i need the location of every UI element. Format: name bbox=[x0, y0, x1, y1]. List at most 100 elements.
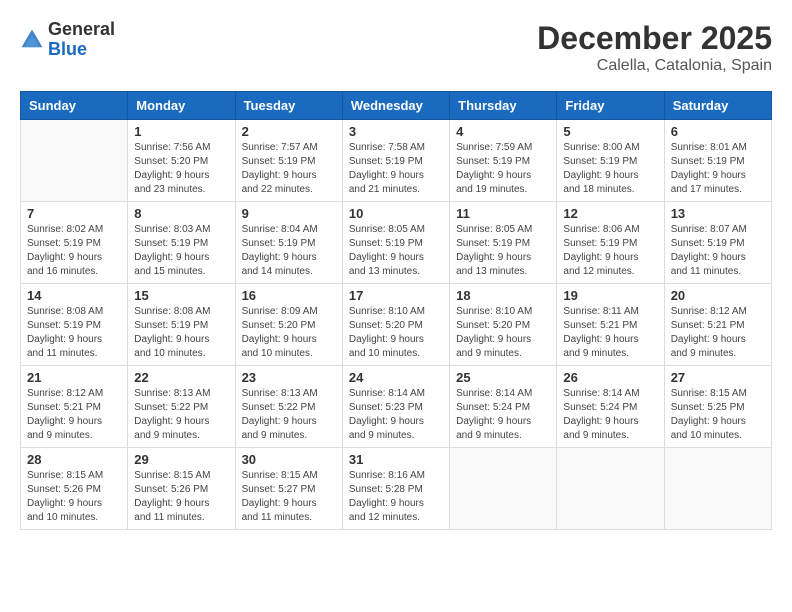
calendar-cell: 1 Sunrise: 7:56 AMSunset: 5:20 PMDaylight… bbox=[128, 120, 235, 202]
day-number: 16 bbox=[242, 288, 336, 303]
day-number: 28 bbox=[27, 452, 121, 467]
day-number: 17 bbox=[349, 288, 443, 303]
day-number: 6 bbox=[671, 124, 765, 139]
day-number: 30 bbox=[242, 452, 336, 467]
day-number: 11 bbox=[456, 206, 550, 221]
day-info: Sunrise: 8:15 AMSunset: 5:25 PMDaylight:… bbox=[671, 387, 765, 443]
day-info: Sunrise: 8:01 AMSunset: 5:19 PMDaylight:… bbox=[671, 141, 765, 197]
day-info: Sunrise: 7:59 AMSunset: 5:19 PMDaylight:… bbox=[456, 141, 550, 197]
day-number: 9 bbox=[242, 206, 336, 221]
day-info: Sunrise: 8:13 AMSunset: 5:22 PMDaylight:… bbox=[242, 387, 336, 443]
calendar-cell: 21 Sunrise: 8:12 AMSunset: 5:21 PMDayligh… bbox=[21, 366, 128, 448]
calendar-cell: 12Sunrise: 8:06 AMSunset: 5:19 PMDayligh… bbox=[557, 202, 664, 284]
day-number: 8 bbox=[134, 206, 228, 221]
day-number: 24 bbox=[349, 370, 443, 385]
calendar-cell: 19 Sunrise: 8:11 AMSunset: 5:21 PMDayligh… bbox=[557, 284, 664, 366]
day-info: Sunrise: 8:02 AMSunset: 5:19 PMDaylight:… bbox=[27, 223, 121, 279]
calendar-cell: 5 Sunrise: 8:00 AMSunset: 5:19 PMDaylight… bbox=[557, 120, 664, 202]
logo-text: General Blue bbox=[48, 20, 115, 60]
day-number: 14 bbox=[27, 288, 121, 303]
day-info: Sunrise: 8:14 AMSunset: 5:24 PMDaylight:… bbox=[563, 387, 657, 443]
day-number: 15 bbox=[134, 288, 228, 303]
calendar-cell: 10Sunrise: 8:05 AMSunset: 5:19 PMDayligh… bbox=[342, 202, 449, 284]
day-info: Sunrise: 8:16 AMSunset: 5:28 PMDaylight:… bbox=[349, 469, 443, 525]
day-info: Sunrise: 8:08 AMSunset: 5:19 PMDaylight:… bbox=[134, 305, 228, 361]
calendar-cell: 8 Sunrise: 8:03 AMSunset: 5:19 PMDaylight… bbox=[128, 202, 235, 284]
logo-blue-text: Blue bbox=[48, 40, 115, 60]
calendar-cell: 20 Sunrise: 8:12 AMSunset: 5:21 PMDayligh… bbox=[664, 284, 771, 366]
calendar-week-1: 1 Sunrise: 7:56 AMSunset: 5:20 PMDaylight… bbox=[21, 120, 772, 202]
day-number: 19 bbox=[563, 288, 657, 303]
day-number: 1 bbox=[134, 124, 228, 139]
day-info: Sunrise: 8:03 AMSunset: 5:19 PMDaylight:… bbox=[134, 223, 228, 279]
calendar-week-3: 14 Sunrise: 8:08 AMSunset: 5:19 PMDayligh… bbox=[21, 284, 772, 366]
calendar-cell: 15 Sunrise: 8:08 AMSunset: 5:19 PMDayligh… bbox=[128, 284, 235, 366]
calendar-cell: 22 Sunrise: 8:13 AMSunset: 5:22 PMDayligh… bbox=[128, 366, 235, 448]
day-number: 23 bbox=[242, 370, 336, 385]
calendar-cell: 14 Sunrise: 8:08 AMSunset: 5:19 PMDayligh… bbox=[21, 284, 128, 366]
day-number: 5 bbox=[563, 124, 657, 139]
day-info: Sunrise: 7:58 AMSunset: 5:19 PMDaylight:… bbox=[349, 141, 443, 197]
calendar-cell: 26 Sunrise: 8:14 AMSunset: 5:24 PMDayligh… bbox=[557, 366, 664, 448]
day-info: Sunrise: 8:00 AMSunset: 5:19 PMDaylight:… bbox=[563, 141, 657, 197]
header-cell-sunday: Sunday bbox=[21, 92, 128, 120]
calendar-cell: 27Sunrise: 8:15 AMSunset: 5:25 PMDayligh… bbox=[664, 366, 771, 448]
calendar-cell: 25Sunrise: 8:14 AMSunset: 5:24 PMDayligh… bbox=[450, 366, 557, 448]
header-cell-thursday: Thursday bbox=[450, 92, 557, 120]
header: General Blue December 2025 Calella, Cata… bbox=[20, 20, 772, 75]
day-info: Sunrise: 8:09 AMSunset: 5:20 PMDaylight:… bbox=[242, 305, 336, 361]
day-info: Sunrise: 8:06 AMSunset: 5:19 PMDaylight:… bbox=[563, 223, 657, 279]
day-number: 26 bbox=[563, 370, 657, 385]
day-number: 2 bbox=[242, 124, 336, 139]
calendar-cell: 24 Sunrise: 8:14 AMSunset: 5:23 PMDayligh… bbox=[342, 366, 449, 448]
calendar-week-4: 21 Sunrise: 8:12 AMSunset: 5:21 PMDayligh… bbox=[21, 366, 772, 448]
day-info: Sunrise: 7:56 AMSunset: 5:20 PMDaylight:… bbox=[134, 141, 228, 197]
day-info: Sunrise: 8:12 AMSunset: 5:21 PMDaylight:… bbox=[671, 305, 765, 361]
day-info: Sunrise: 8:11 AMSunset: 5:21 PMDaylight:… bbox=[563, 305, 657, 361]
calendar-cell: 31Sunrise: 8:16 AMSunset: 5:28 PMDayligh… bbox=[342, 448, 449, 530]
calendar-table: SundayMondayTuesdayWednesdayThursdayFrid… bbox=[20, 91, 772, 530]
day-number: 29 bbox=[134, 452, 228, 467]
calendar-cell bbox=[450, 448, 557, 530]
day-number: 7 bbox=[27, 206, 121, 221]
calendar-cell: 29 Sunrise: 8:15 AMSunset: 5:26 PMDayligh… bbox=[128, 448, 235, 530]
header-cell-saturday: Saturday bbox=[664, 92, 771, 120]
calendar-week-2: 7 Sunrise: 8:02 AMSunset: 5:19 PMDaylight… bbox=[21, 202, 772, 284]
calendar-cell: 9Sunrise: 8:04 AMSunset: 5:19 PMDaylight… bbox=[235, 202, 342, 284]
day-info: Sunrise: 8:14 AMSunset: 5:23 PMDaylight:… bbox=[349, 387, 443, 443]
month-title: December 2025 bbox=[537, 20, 772, 57]
calendar-cell: 6 Sunrise: 8:01 AMSunset: 5:19 PMDaylight… bbox=[664, 120, 771, 202]
location-title: Calella, Catalonia, Spain bbox=[537, 57, 772, 75]
day-info: Sunrise: 8:10 AMSunset: 5:20 PMDaylight:… bbox=[456, 305, 550, 361]
day-info: Sunrise: 8:07 AMSunset: 5:19 PMDaylight:… bbox=[671, 223, 765, 279]
day-info: Sunrise: 8:12 AMSunset: 5:21 PMDaylight:… bbox=[27, 387, 121, 443]
day-info: Sunrise: 8:08 AMSunset: 5:19 PMDaylight:… bbox=[27, 305, 121, 361]
day-info: Sunrise: 8:15 AMSunset: 5:26 PMDaylight:… bbox=[134, 469, 228, 525]
day-info: Sunrise: 8:13 AMSunset: 5:22 PMDaylight:… bbox=[134, 387, 228, 443]
day-info: Sunrise: 8:15 AMSunset: 5:27 PMDaylight:… bbox=[242, 469, 336, 525]
calendar-cell: 7 Sunrise: 8:02 AMSunset: 5:19 PMDaylight… bbox=[21, 202, 128, 284]
day-number: 20 bbox=[671, 288, 765, 303]
header-cell-friday: Friday bbox=[557, 92, 664, 120]
calendar-cell bbox=[664, 448, 771, 530]
logo: General Blue bbox=[20, 20, 115, 60]
day-number: 10 bbox=[349, 206, 443, 221]
calendar-cell: 2 Sunrise: 7:57 AMSunset: 5:19 PMDaylight… bbox=[235, 120, 342, 202]
day-info: Sunrise: 8:14 AMSunset: 5:24 PMDaylight:… bbox=[456, 387, 550, 443]
header-cell-tuesday: Tuesday bbox=[235, 92, 342, 120]
calendar-cell: 30 Sunrise: 8:15 AMSunset: 5:27 PMDayligh… bbox=[235, 448, 342, 530]
day-number: 13 bbox=[671, 206, 765, 221]
header-cell-monday: Monday bbox=[128, 92, 235, 120]
calendar-header: SundayMondayTuesdayWednesdayThursdayFrid… bbox=[21, 92, 772, 120]
day-number: 3 bbox=[349, 124, 443, 139]
day-number: 18 bbox=[456, 288, 550, 303]
header-row: SundayMondayTuesdayWednesdayThursdayFrid… bbox=[21, 92, 772, 120]
day-info: Sunrise: 8:15 AMSunset: 5:26 PMDaylight:… bbox=[27, 469, 121, 525]
day-info: Sunrise: 7:57 AMSunset: 5:19 PMDaylight:… bbox=[242, 141, 336, 197]
day-number: 21 bbox=[27, 370, 121, 385]
header-cell-wednesday: Wednesday bbox=[342, 92, 449, 120]
day-number: 4 bbox=[456, 124, 550, 139]
title-area: December 2025 Calella, Catalonia, Spain bbox=[537, 20, 772, 75]
calendar-cell: 3 Sunrise: 7:58 AMSunset: 5:19 PMDaylight… bbox=[342, 120, 449, 202]
day-number: 22 bbox=[134, 370, 228, 385]
